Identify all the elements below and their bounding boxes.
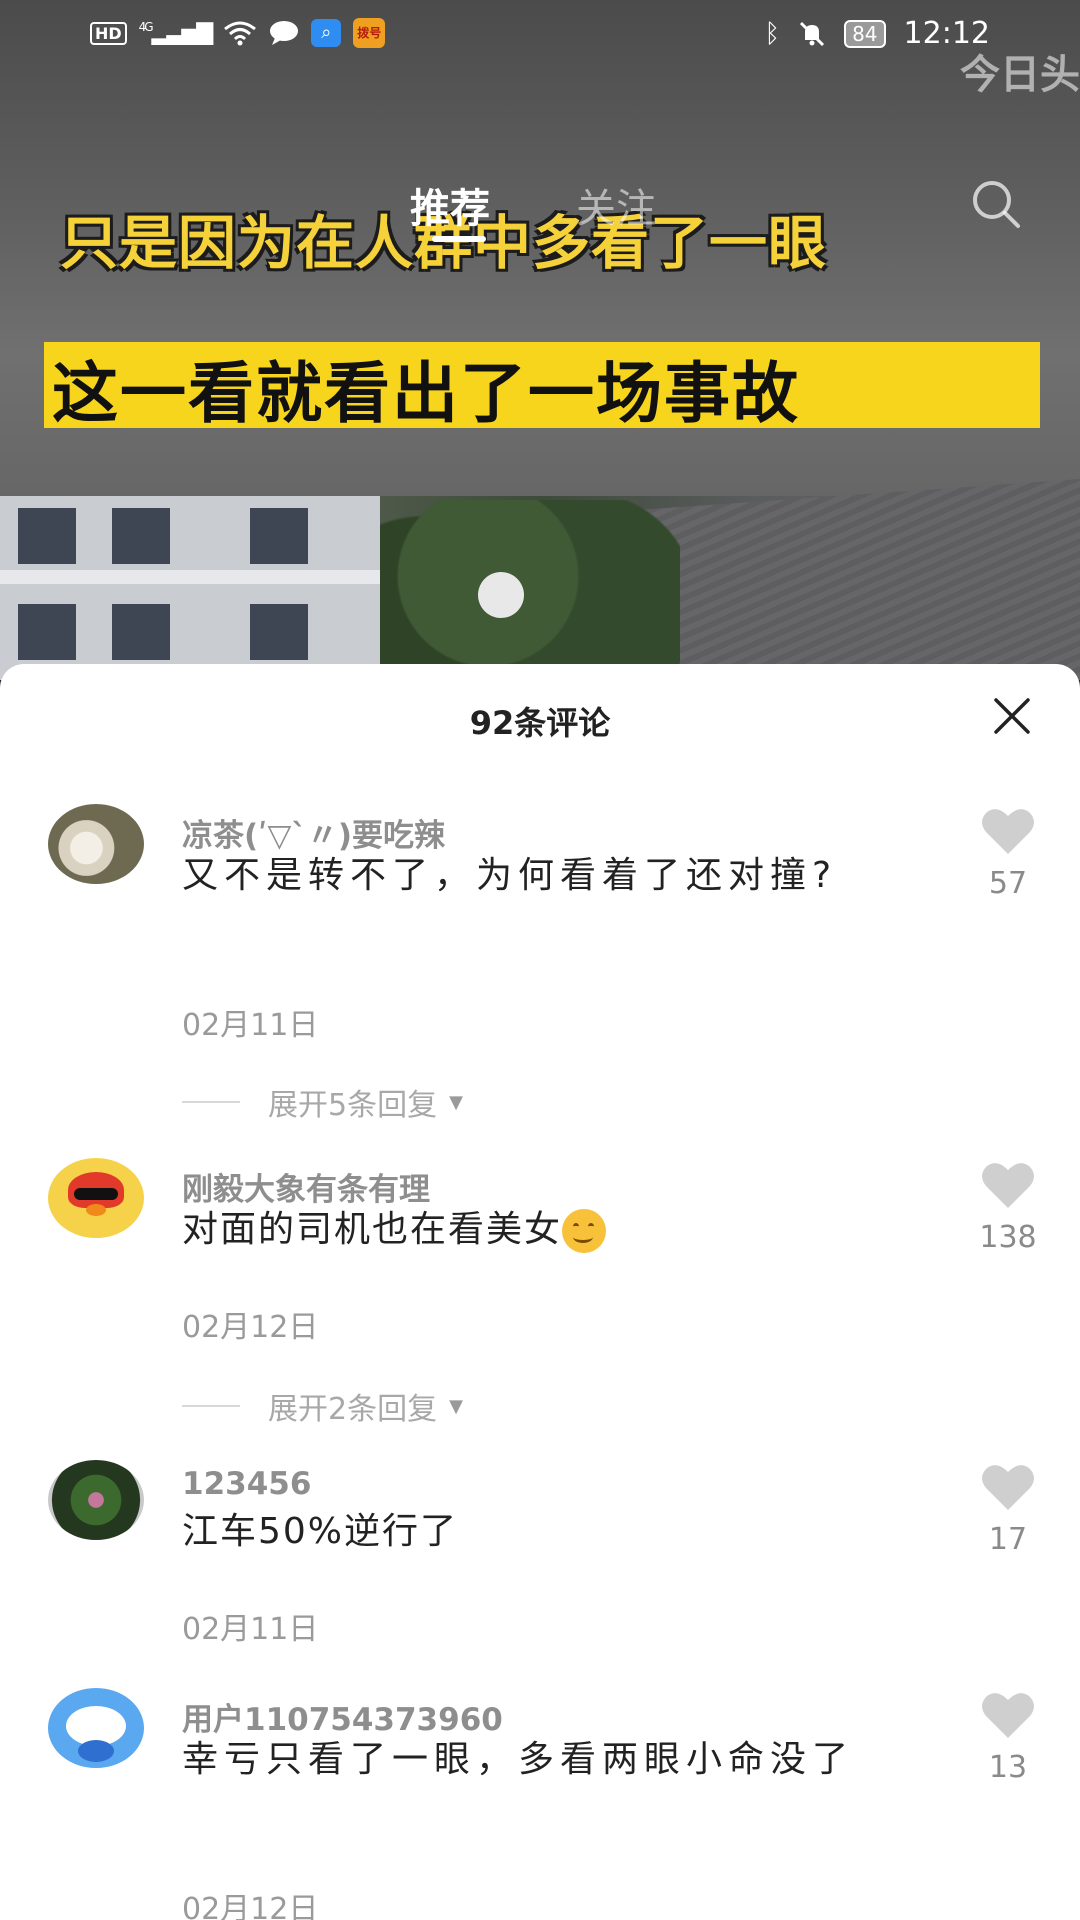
comment-date: 02月12日 <box>182 1310 319 1345</box>
like-count: 17 <box>988 1522 1028 1557</box>
like-count: 138 <box>979 1220 1037 1255</box>
message-icon <box>270 21 299 45</box>
comment-username[interactable]: 123456 <box>182 1466 311 1502</box>
avatar[interactable] <box>48 1460 144 1540</box>
video-lamp <box>478 572 524 618</box>
comments-count-title: 92条评论 <box>469 704 611 742</box>
like-count: 13 <box>988 1750 1028 1785</box>
like-button[interactable]: 13 <box>978 1690 1038 1785</box>
video-building <box>0 496 380 680</box>
video-caption-line2: 这一看就看出了一场事故 <box>52 355 800 432</box>
like-button[interactable]: 17 <box>978 1462 1038 1557</box>
heart-icon <box>982 1465 1034 1510</box>
wifi-icon <box>224 21 257 46</box>
app-badge-icon: 拨号 <box>353 18 386 48</box>
expand-replies-label: 展开2条回复 <box>268 1392 438 1427</box>
like-count: 57 <box>988 866 1028 901</box>
expand-replies-button[interactable]: 展开5条回复 ▼ <box>182 1080 463 1124</box>
video-player[interactable]: 只是因为在人群中多看了一眼 这一看就看出了一场事故 今日头 <box>0 0 1080 680</box>
avatar[interactable] <box>48 1688 144 1768</box>
heart-icon <box>982 1693 1034 1738</box>
triangle-down-icon: ▼ <box>449 1395 463 1417</box>
like-button[interactable]: 138 <box>978 1160 1038 1255</box>
heart-icon <box>982 809 1034 854</box>
avatar[interactable] <box>48 804 144 884</box>
comment-username[interactable]: 用户110754373960 <box>182 1694 503 1739</box>
mute-icon <box>800 21 825 46</box>
comment-text: 对面的司机也在看美女 <box>182 1204 902 1256</box>
comment-date: 02月12日 <box>182 1892 319 1920</box>
search-icon[interactable] <box>968 176 1024 232</box>
like-button[interactable]: 57 <box>978 806 1038 901</box>
status-bar: HD 4G▂▃▅▇ ⌕ 拨号 ᛒ 84 12:12 <box>0 0 1080 70</box>
signal-icon: 4G▂▃▅▇ <box>138 20 214 46</box>
comment-text: 又不是转不了，为何看着了还对撞? <box>182 855 838 896</box>
comments-panel: 92条评论 凉茶(ʹ▽`〃)要吃辣 又不是转不了，为何看着了还对撞? 02月11… <box>0 664 1080 1920</box>
comment-date: 02月11日 <box>182 1008 319 1043</box>
comment-text: 幸亏只看了一眼，多看两眼小命没了 <box>182 1739 855 1780</box>
bluetooth-icon: ᛒ <box>764 18 781 49</box>
tab-recommend[interactable]: 推荐 <box>410 176 490 234</box>
triangle-down-icon: ▼ <box>449 1091 463 1113</box>
close-icon[interactable] <box>988 692 1036 740</box>
expand-replies-label: 展开5条回复 <box>268 1088 438 1123</box>
clock-time: 12:12 <box>903 16 990 51</box>
hd-badge: HD <box>90 21 127 45</box>
comment-text: 江车50%逆行了 <box>182 1511 459 1552</box>
tab-active-indicator <box>432 236 486 242</box>
heart-icon <box>982 1163 1034 1208</box>
comment-username[interactable]: 凉茶(ʹ▽`〃)要吃辣 <box>182 810 445 855</box>
battery-icon: 84 <box>844 19 886 48</box>
comment-username[interactable]: 刚毅大象有条有理 <box>182 1164 430 1209</box>
smile-emoji-icon <box>562 1209 607 1253</box>
tab-following[interactable]: 关注 <box>576 176 656 234</box>
avatar[interactable] <box>48 1158 144 1238</box>
search-app-icon: ⌕ <box>311 19 342 47</box>
expand-replies-button[interactable]: 展开2条回复 ▼ <box>182 1384 463 1428</box>
comment-date: 02月11日 <box>182 1612 319 1647</box>
